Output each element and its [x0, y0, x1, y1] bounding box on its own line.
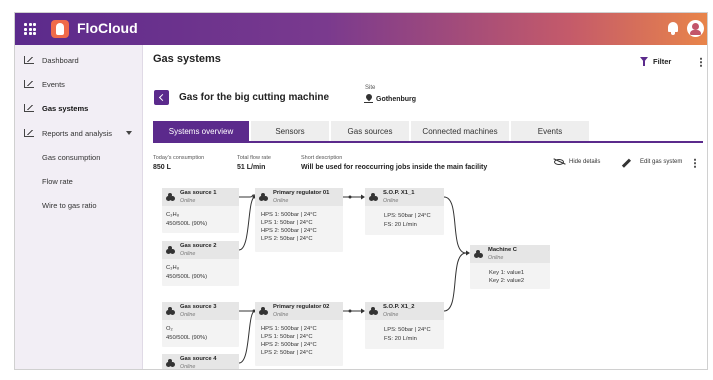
- sidebar-item-label: Wire to gas ratio: [42, 201, 97, 210]
- node-name: Primary regulator 01: [273, 190, 330, 196]
- gas-cylinder-icon: [166, 246, 175, 255]
- gas-source-card[interactable]: Gas source 1 Online C₃H₈ 450/500L (90%): [162, 188, 239, 233]
- junction-dot: [348, 195, 352, 199]
- reading: FS: 20 L/min: [384, 336, 417, 342]
- node-name: Gas source 3: [180, 304, 217, 310]
- sidebar-item-wire-to-gas[interactable]: Wire to gas ratio: [15, 195, 143, 215]
- regulator-card[interactable]: Primary regulator 02 Online HPS 1: 500ba…: [255, 302, 343, 366]
- node-name: Gas source 2: [180, 243, 217, 249]
- sidebar-item-label: Gas systems: [42, 104, 89, 113]
- reading: LPS: 50bar | 24°C: [384, 213, 431, 219]
- chart-icon: [24, 129, 34, 137]
- gas-cylinder-icon: [369, 307, 378, 316]
- sidebar-item-gas-consumption[interactable]: Gas consumption: [15, 147, 143, 167]
- gas-source-card[interactable]: Gas source 4 Online: [162, 354, 239, 370]
- gas-source-card[interactable]: Gas source 3 Online O₂ 450/500L (90%): [162, 302, 239, 347]
- gas-source-card[interactable]: Gas source 2 Online C₃H₈ 450/500L (90%): [162, 241, 239, 286]
- gas-type: C₃H₈: [166, 212, 180, 218]
- gas-cylinder-icon: [474, 250, 483, 259]
- node-name: S.O.P. X1_2: [383, 304, 415, 310]
- gas-cylinder-icon: [166, 307, 175, 316]
- node-status: Online: [180, 364, 196, 370]
- sidebar-item-flow-rate[interactable]: Flow rate: [15, 171, 143, 191]
- node-name: Gas source 1: [180, 190, 217, 196]
- chart-icon: [24, 104, 34, 112]
- reading: LPS 2: 50bar | 24°C: [261, 236, 313, 242]
- reading: HPS 1: 500bar | 24°C: [261, 212, 317, 218]
- chevron-down-icon: [126, 131, 132, 135]
- apps-grid-icon[interactable]: [24, 23, 36, 35]
- node-name: Primary regulator 02: [273, 304, 330, 310]
- gas-cylinder-icon: [166, 359, 175, 368]
- regulator-card[interactable]: Primary regulator 01 Online HPS 1: 500ba…: [255, 188, 343, 252]
- gas-type: O₂: [166, 326, 173, 332]
- reading: LPS: 50bar | 24°C: [384, 327, 431, 333]
- sidebar-item-label: Events: [42, 80, 65, 89]
- gas-cylinder-icon: [369, 193, 378, 202]
- sidebar-item-label: Dashboard: [42, 56, 79, 65]
- flocloud-logo-icon: [51, 20, 69, 38]
- machine-card[interactable]: Machine C Online Key 1: value1 Key 2: va…: [470, 245, 550, 289]
- chart-icon: [24, 56, 34, 64]
- sidebar-item-events[interactable]: Events: [15, 74, 143, 94]
- node-status: Online: [383, 312, 399, 318]
- sidebar-item-reports[interactable]: Reports and analysis: [15, 123, 143, 143]
- reading: HPS 2: 500bar | 24°C: [261, 342, 317, 348]
- sidebar-item-gas-systems[interactable]: Gas systems: [15, 98, 143, 118]
- reading: FS: 20 L/min: [384, 222, 417, 228]
- reading: Key 2: value2: [489, 278, 525, 284]
- sop-card[interactable]: S.O.P. X1_2 Online LPS: 50bar | 24°C FS:…: [365, 302, 444, 349]
- reading: LPS 1: 50bar | 24°C: [261, 220, 313, 226]
- top-bar: FloCloud: [15, 13, 707, 45]
- sop-card[interactable]: S.O.P. X1_1 Online LPS: 50bar | 24°C FS:…: [365, 188, 444, 235]
- gas-level: 450/500L (90%): [166, 274, 208, 280]
- gas-level: 450/500L (90%): [166, 335, 208, 341]
- connector: [443, 252, 467, 312]
- main-content: Gas systems Filter Gas for the big cutti…: [143, 45, 707, 370]
- reading: LPS 1: 50bar | 24°C: [261, 334, 313, 340]
- node-status: Online: [180, 198, 196, 204]
- node-status: Online: [273, 312, 289, 318]
- user-avatar-icon[interactable]: [687, 20, 704, 37]
- node-status: Online: [383, 198, 399, 204]
- reading: HPS 1: 500bar | 24°C: [261, 326, 317, 332]
- reading: LPS 2: 50bar | 24°C: [261, 350, 313, 356]
- node-name: Machine C: [488, 247, 517, 253]
- bell-icon[interactable]: [667, 21, 679, 35]
- sidebar-item-label: Gas consumption: [42, 153, 101, 162]
- sidebar-item-dashboard[interactable]: Dashboard: [15, 50, 143, 70]
- reading: Key 1: value1: [489, 270, 525, 276]
- gas-cylinder-icon: [166, 193, 175, 202]
- node-name: S.O.P. X1_1: [383, 190, 415, 196]
- sidebar-item-label: Flow rate: [42, 177, 73, 186]
- node-status: Online: [180, 312, 196, 318]
- junction-dot: [348, 309, 352, 313]
- gas-cylinder-icon: [259, 307, 268, 316]
- node-status: Online: [273, 198, 289, 204]
- node-status: Online: [488, 255, 504, 261]
- gas-type: C₃H₈: [166, 265, 180, 271]
- sidebar: Dashboard Events Gas systems Reports and…: [15, 45, 143, 369]
- connector: [443, 196, 467, 254]
- sidebar-item-label: Reports and analysis: [42, 129, 113, 138]
- connector: [238, 196, 256, 251]
- connector: [238, 310, 256, 364]
- gas-level: 450/500L (90%): [166, 221, 208, 227]
- chart-icon: [24, 80, 34, 88]
- reading: HPS 2: 500bar | 24°C: [261, 228, 317, 234]
- gas-cylinder-icon: [259, 193, 268, 202]
- node-status: Online: [180, 251, 196, 257]
- app-title: FloCloud: [77, 20, 138, 36]
- app-window: FloCloud Dashboard Events Gas systems Re…: [14, 12, 708, 370]
- node-name: Gas source 4: [180, 356, 217, 362]
